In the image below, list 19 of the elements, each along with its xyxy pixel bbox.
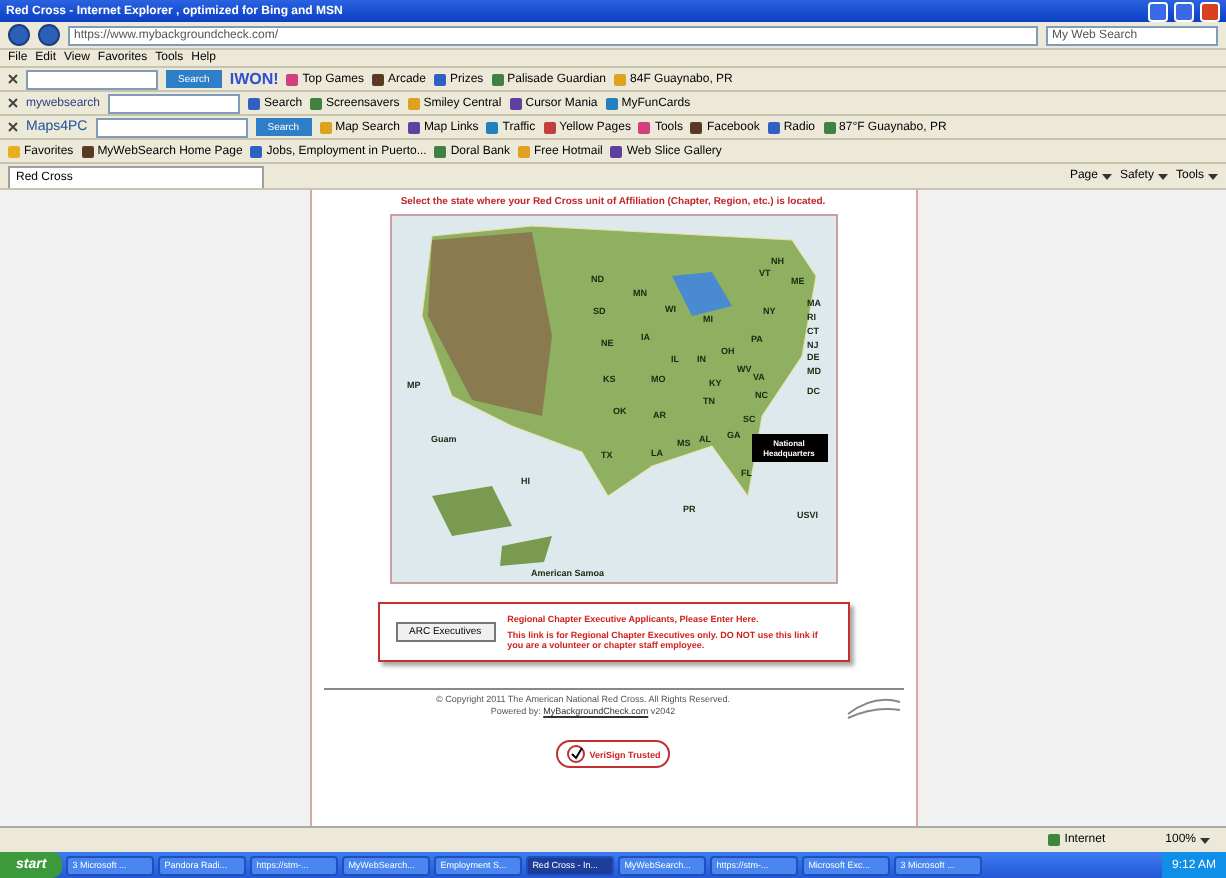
caret-icon: [1208, 173, 1218, 179]
minimize-button[interactable]: [1148, 1, 1168, 21]
caret-icon: [1101, 173, 1112, 179]
close-icon[interactable]: [8, 122, 18, 132]
company-logo-icon: [843, 694, 903, 722]
maximize-button[interactable]: [1174, 1, 1194, 21]
caret-icon: [1200, 837, 1210, 843]
forward-button[interactable]: [38, 24, 60, 46]
alaska-drawing[interactable]: [431, 486, 511, 536]
close-icon[interactable]: [8, 74, 18, 84]
search-field[interactable]: [95, 117, 248, 137]
search-field[interactable]: [26, 69, 158, 89]
back-button[interactable]: [8, 24, 30, 46]
toolbar-logo[interactable]: IWON!: [229, 70, 279, 88]
caret-icon: [1157, 173, 1168, 179]
island-drawing[interactable]: [499, 536, 551, 566]
close-button[interactable]: [1200, 1, 1220, 21]
close-icon[interactable]: [8, 98, 18, 108]
search-field[interactable]: [108, 93, 241, 113]
